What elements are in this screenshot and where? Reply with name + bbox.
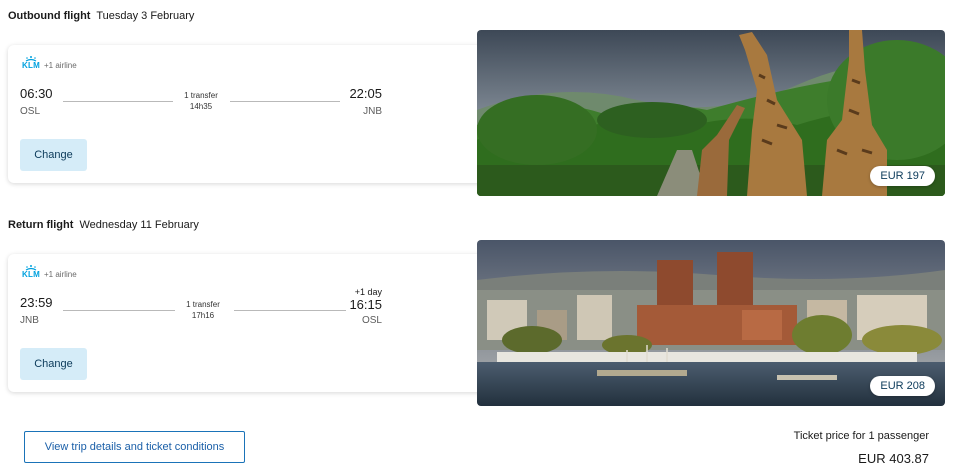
return-date: Wednesday 11 February [79,219,199,231]
klm-logo-icon: KLM [20,265,42,279]
outbound-departure-time: 06:30 [20,86,53,101]
view-trip-details-button[interactable]: View trip details and ticket conditions [24,431,245,463]
return-heading: Return flight Wednesday 11 February [8,219,199,231]
return-destination-photo: EUR 208 [477,240,945,406]
return-transfer-info: 1 transfer 17h16 [173,299,233,321]
return-duration: 17h16 [191,311,215,320]
outbound-arrival-time: 22:05 [349,86,382,101]
return-plus-day: +1 day [354,287,382,297]
return-route-line-left [63,310,175,311]
return-departure-time: 23:59 [20,295,53,310]
ticket-price-total: EUR 403.87 [858,451,929,466]
outbound-flight-card: KLM +1 airline 06:30 OSL 1 transfer 14h3… [8,45,490,183]
outbound-airline: KLM +1 airline [20,56,77,70]
return-route-line-right [234,310,346,311]
outbound-route-line-left [63,101,173,102]
outbound-departure-airport: OSL [20,106,41,117]
return-arrival-airport: OSL [361,315,382,326]
return-flight-card: KLM +1 airline 23:59 JNB 1 transfer 17h1… [8,254,490,392]
klm-logo-icon: KLM [20,56,42,70]
return-extra-airline: +1 airline [44,269,77,279]
outbound-price-badge: EUR 197 [870,166,935,186]
return-price-badge: EUR 208 [870,376,935,396]
return-departure-airport: JNB [20,315,39,326]
ticket-price-label: Ticket price for 1 passenger [793,430,929,442]
outbound-transfer-info: 1 transfer 14h35 [171,90,231,112]
outbound-heading-label: Outbound flight [8,10,91,22]
outbound-destination-photo: EUR 197 [477,30,945,196]
outbound-date: Tuesday 3 February [96,10,195,22]
outbound-change-button[interactable]: Change [20,139,87,171]
return-change-button[interactable]: Change [20,348,87,380]
return-transfer-count: 1 transfer [186,300,220,309]
outbound-transfer-count: 1 transfer [184,91,218,100]
outbound-route-line-right [230,101,340,102]
return-heading-label: Return flight [8,219,74,231]
outbound-duration: 14h35 [189,102,213,111]
outbound-arrival-airport: JNB [363,106,382,117]
return-arrival-time: 16:15 [349,297,382,312]
outbound-heading: Outbound flight Tuesday 3 February [8,10,194,22]
return-airline: KLM +1 airline [20,265,77,279]
outbound-extra-airline: +1 airline [44,60,77,70]
